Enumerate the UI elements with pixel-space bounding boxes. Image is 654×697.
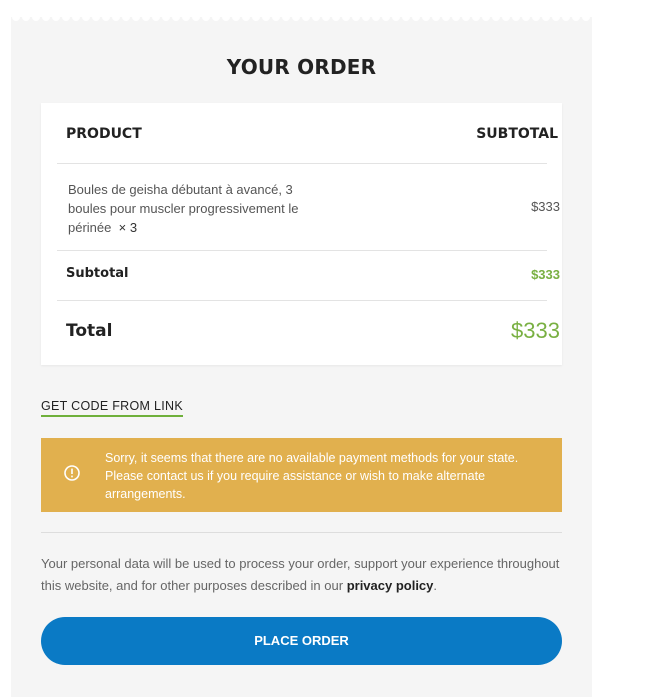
subtotal-label: Subtotal: [66, 266, 129, 281]
product-name: Boules de geisha débutant à avancé, 3 bo…: [68, 180, 318, 237]
product-column-header: PRODUCT: [66, 126, 142, 142]
privacy-notice: Your personal data will be used to proce…: [41, 553, 562, 597]
info-icon: [64, 465, 80, 481]
total-label: Total: [66, 321, 113, 341]
table-header: PRODUCT SUBTOTAL: [57, 103, 558, 164]
subtotal-row: Subtotal $333: [57, 250, 560, 301]
table-row: Boules de geisha débutant à avancé, 3 bo…: [57, 163, 560, 251]
total-value: $333: [511, 318, 560, 343]
divider: [41, 532, 562, 533]
privacy-policy-link[interactable]: privacy policy: [347, 578, 434, 593]
product-price: $333: [531, 199, 560, 214]
subtotal-column-header: SUBTOTAL: [476, 126, 558, 142]
place-order-button[interactable]: PLACE ORDER: [41, 617, 562, 665]
torn-edge-decoration: [11, 0, 592, 21]
order-review-panel: YOUR ORDER PRODUCT SUBTOTAL Boules de ge…: [11, 0, 592, 697]
get-code-link[interactable]: GET CODE FROM LINK: [41, 399, 183, 417]
page-title: YOUR ORDER: [226, 55, 377, 79]
product-name-text: Boules de geisha débutant à avancé, 3 bo…: [68, 182, 299, 235]
privacy-text: Your personal data will be used to proce…: [41, 556, 560, 593]
privacy-suffix: .: [433, 578, 438, 593]
notice-message: Sorry, it seems that there are no availa…: [105, 451, 519, 501]
order-summary-table: PRODUCT SUBTOTAL Boules de geisha débuta…: [41, 103, 562, 365]
product-quantity: × 3: [118, 220, 138, 235]
total-row: Total $333: [57, 300, 560, 365]
payment-notice: Sorry, it seems that there are no availa…: [41, 438, 562, 512]
subtotal-value: $333: [531, 267, 560, 282]
